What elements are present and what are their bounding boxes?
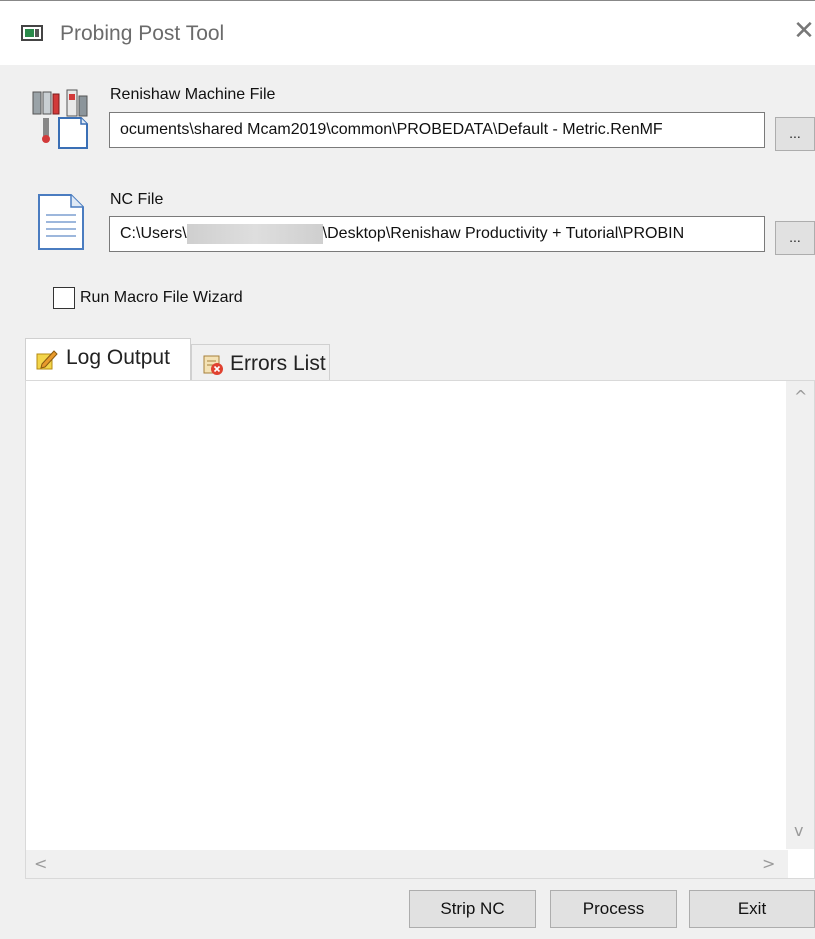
log-output-panel[interactable]: ^ v < > <box>25 380 815 879</box>
scroll-up-icon[interactable]: ^ <box>794 387 807 406</box>
tab-errors-list-label: Errors List <box>230 352 326 375</box>
nc-file-label: NC File <box>110 191 164 208</box>
scroll-right-icon[interactable]: > <box>762 854 775 873</box>
nc-file-path-start: C:\Users\ <box>120 225 187 242</box>
tab-log-output-label: Log Output <box>66 346 170 369</box>
machine-file-label: Renishaw Machine File <box>110 86 276 103</box>
strip-nc-button[interactable]: Strip NC <box>409 890 536 928</box>
close-icon[interactable]: ✕ <box>792 18 815 44</box>
app-window-icon <box>21 25 43 41</box>
error-list-icon <box>203 355 223 375</box>
run-macro-wizard-checkbox[interactable] <box>53 287 75 309</box>
run-macro-wizard-label[interactable]: Run Macro File Wizard <box>80 289 243 307</box>
machine-file-field[interactable]: ocuments\shared Mcam2019\common\PROBEDAT… <box>109 112 765 148</box>
window-title: Probing Post Tool <box>60 22 225 45</box>
title-bar: Probing Post Tool ✕ <box>0 0 815 65</box>
machine-tool-icon <box>32 89 88 149</box>
exit-button[interactable]: Exit <box>689 890 815 928</box>
document-icon <box>38 194 84 250</box>
nc-file-path-end: \Desktop\Renishaw Productivity + Tutoria… <box>322 225 685 242</box>
scroll-left-icon[interactable]: < <box>34 854 47 873</box>
tab-log-output[interactable]: Log Output <box>25 338 191 382</box>
redacted-username <box>186 223 323 244</box>
nc-file-browse-button[interactable]: ... <box>775 221 815 255</box>
horizontal-scrollbar[interactable]: < > <box>26 850 788 878</box>
pencil-note-icon <box>36 350 58 370</box>
machine-file-browse-button[interactable]: ... <box>775 117 815 151</box>
scroll-down-icon[interactable]: v <box>794 821 803 840</box>
vertical-scrollbar[interactable]: ^ v <box>786 381 814 849</box>
process-button[interactable]: Process <box>550 890 677 928</box>
nc-file-field[interactable]: C:\Users\ \Desktop\Renishaw Productivity … <box>109 216 765 252</box>
